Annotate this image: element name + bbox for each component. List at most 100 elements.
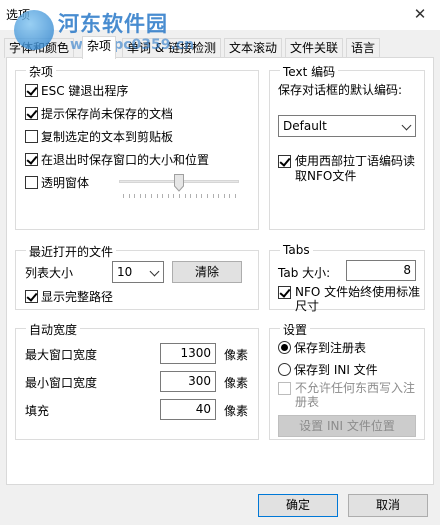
encoding-prompt: 保存对话框的默认编码: [278,83,403,97]
slider-tick [145,194,147,198]
save-window-checkbox[interactable] [25,153,38,166]
slider-tick [207,194,208,198]
full-path-option[interactable]: 显示完整路径 [25,288,113,305]
transparency-slider-ticks [123,194,239,198]
slider-tick [184,194,186,198]
list-size-value: 10 [117,265,133,279]
encoding-select[interactable]: Default [278,115,416,137]
transparent-window-checkbox[interactable] [25,176,38,189]
slider-tick [128,194,130,198]
settings-group-label: 设置 [280,321,311,338]
tab-text-scroll[interactable]: 文本滚动 [224,38,283,58]
slider-tick [156,194,158,198]
chevron-down-icon [401,120,412,131]
padding-unit: 像素 [224,404,249,418]
transparency-slider-thumb[interactable] [174,174,184,192]
no-registry-write-option[interactable]: 不允许任何东西写入注册表 [278,381,422,409]
slider-tick [134,194,136,198]
nfo-standard-label: NFO 文件始终使用标准尺寸 [295,285,421,313]
western-latin-label: 使用西部拉丁语编码读取NFO文件 [295,154,416,183]
copy-selection-label: 复制选定的文本到剪贴板 [41,130,174,144]
esc-exit-label: ESC 键退出程序 [41,84,129,98]
close-icon[interactable]: ✕ [400,0,440,30]
no-registry-write-checkbox[interactable] [278,382,291,395]
save-ini-radio[interactable] [278,363,291,376]
prompt-save-option[interactable]: 提示保存尚未保存的文档 [25,105,173,122]
slider-tick [162,194,164,198]
save-ini-option[interactable]: 保存到 INI 文件 [278,361,378,378]
cancel-button[interactable]: 取消 [348,494,428,517]
esc-exit-checkbox[interactable] [25,84,38,97]
full-path-checkbox[interactable] [25,290,38,303]
max-width-unit: 像素 [224,348,249,362]
tab-font-color[interactable]: 字体和颜色 [4,38,75,58]
tab-word-link-detect[interactable]: 单词 & 链接检测 [122,38,221,58]
list-size-label: 列表大小 [25,266,74,280]
ini-location-button[interactable]: 设置 INI 文件位置 [278,415,416,437]
slider-tick [218,194,220,198]
prompt-save-label: 提示保存尚未保存的文档 [41,107,174,121]
settings-group: 设置 保存到注册表 保存到 INI 文件 不允许任何东西写入注册表 设置 INI… [269,321,425,440]
slider-tick [151,194,152,198]
max-width-input[interactable]: 1300 [160,343,216,364]
encoding-group-label: Text 编码 [280,63,339,80]
tabs-group-label: Tabs [280,243,313,257]
min-width-label: 最小窗口宽度 [25,376,98,390]
slider-tick [195,194,197,198]
full-path-label: 显示完整路径 [41,290,114,304]
slider-tick [235,194,236,198]
copy-selection-checkbox[interactable] [25,130,38,143]
auto-width-group-label: 自动宽度 [26,321,81,338]
slider-tick [179,194,180,198]
tab-misc[interactable]: 杂项 [82,36,117,59]
misc-group-label: 杂项 [26,63,57,80]
prompt-save-checkbox[interactable] [25,107,38,120]
western-latin-checkbox[interactable] [278,155,291,168]
nfo-standard-option[interactable]: NFO 文件始终使用标准尺寸 [278,285,424,313]
slider-tick [190,194,192,198]
save-registry-option[interactable]: 保存到注册表 [278,339,366,356]
copy-selection-option[interactable]: 复制选定的文本到剪贴板 [25,128,173,145]
padding-label: 填充 [25,404,50,418]
transparent-window-label: 透明窗体 [41,176,90,190]
padding-input[interactable]: 40 [160,399,216,420]
nfo-standard-checkbox[interactable] [278,286,291,299]
slider-tick [212,194,214,198]
esc-exit-option[interactable]: ESC 键退出程序 [25,82,128,99]
save-registry-label: 保存到注册表 [294,341,367,355]
tab-size-label: Tab 大小: [278,266,331,280]
tabs-group: Tabs Tab 大小: 8 NFO 文件始终使用标准尺寸 [269,243,425,313]
western-latin-option[interactable]: 使用西部拉丁语编码读取NFO文件 [278,154,422,184]
tab-language[interactable]: 语言 [346,38,381,58]
save-window-label: 在退出时保存窗口的大小和位置 [41,153,210,167]
no-registry-write-label: 不允许任何东西写入注册表 [295,381,416,409]
tab-size-input[interactable]: 8 [346,260,416,281]
slider-tick [167,194,169,198]
title-bar: 选项 ✕ [0,0,440,30]
slider-tick [223,194,225,198]
auto-width-group: 自动宽度 最大窗口宽度 1300 像素 最小窗口宽度 300 像素 填充 40 … [15,321,259,440]
window-title: 选项 [6,8,31,22]
slider-tick [123,194,124,198]
slider-tick [229,194,231,198]
max-width-label: 最大窗口宽度 [25,348,98,362]
misc-group: 杂项 ESC 键退出程序 提示保存尚未保存的文档 复制选定的文本到剪贴板 在退出… [15,63,259,230]
ok-button[interactable]: 确定 [258,494,338,517]
clear-button[interactable]: 清除 [172,261,242,283]
recent-files-group: 最近打开的文件 列表大小 10 清除 显示完整路径 [15,243,259,310]
slider-tick [173,194,175,198]
options-panel: 杂项 ESC 键退出程序 提示保存尚未保存的文档 复制选定的文本到剪贴板 在退出… [6,57,434,485]
tab-file-association[interactable]: 文件关联 [285,38,344,58]
save-registry-radio[interactable] [278,341,291,354]
save-ini-label: 保存到 INI 文件 [294,363,378,377]
slider-tick [139,194,141,198]
encoding-select-value: Default [283,119,327,133]
chevron-down-icon [149,266,160,277]
transparent-window-option[interactable]: 透明窗体 [25,174,89,191]
min-width-input[interactable]: 300 [160,371,216,392]
list-size-select[interactable]: 10 [112,261,164,283]
recent-files-group-label: 最近打开的文件 [26,243,117,260]
save-window-option[interactable]: 在退出时保存窗口的大小和位置 [25,151,209,168]
min-width-unit: 像素 [224,376,249,390]
slider-tick [201,194,203,198]
